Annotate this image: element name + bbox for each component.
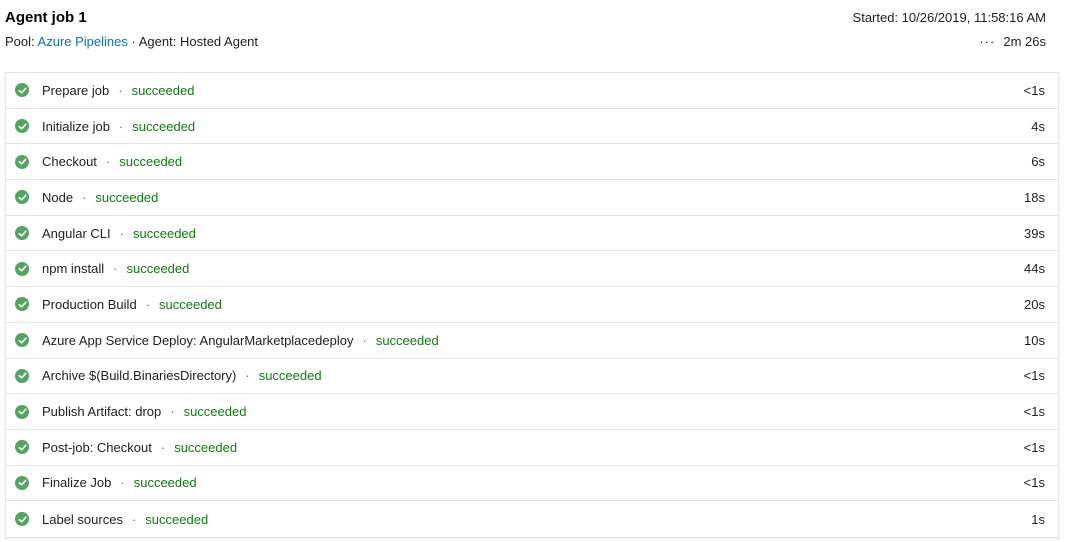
- step-row[interactable]: npm install · succeeded 44s: [6, 251, 1058, 288]
- step-status: succeeded: [258, 368, 322, 384]
- check-circle-icon: [15, 226, 29, 241]
- step-row[interactable]: Angular CLI · succeeded 39s: [6, 216, 1058, 252]
- step-row[interactable]: Production Build · succeeded 20s: [6, 287, 1058, 323]
- started-timestamp: Started: 10/26/2019, 11:58:16 AM: [852, 10, 1046, 25]
- check-circle-icon: [15, 368, 29, 383]
- step-duration: 39s: [1024, 225, 1045, 241]
- job-subline: Pool: Azure Pipelines · Agent: Hosted Ag…: [5, 34, 258, 49]
- step-status: succeeded: [126, 261, 190, 277]
- step-separator: ·: [120, 475, 125, 491]
- step-name: Azure App Service Deploy: AngularMarketp…: [42, 332, 354, 348]
- pool-label: Pool:: [5, 34, 35, 49]
- step-row[interactable]: Azure App Service Deploy: AngularMarketp…: [6, 323, 1058, 359]
- step-separator: ·: [131, 511, 137, 527]
- steps-list: Prepare job · succeeded <1s Initialize job · s…: [5, 72, 1059, 538]
- check-circle-icon: [15, 404, 29, 419]
- step-status: succeeded: [183, 404, 247, 420]
- subline-separator: ·: [131, 34, 136, 49]
- step-name: Post-job: Checkout: [42, 439, 152, 455]
- step-separator: ·: [105, 154, 111, 170]
- step-row[interactable]: Post-job: Checkout · succeeded <1s: [6, 430, 1058, 466]
- step-row[interactable]: Label sources · succeeded 1s: [6, 501, 1058, 537]
- step-name: npm install: [42, 261, 105, 277]
- check-circle-icon: [15, 83, 29, 98]
- step-separator: ·: [145, 296, 151, 312]
- step-name: Archive $(Build.BinariesDirectory): [42, 368, 237, 384]
- step-separator: ·: [119, 225, 124, 241]
- step-name: Label sources: [42, 511, 123, 527]
- check-circle-icon: [15, 261, 29, 276]
- step-row[interactable]: Archive $(Build.BinariesDirectory) · succe…: [6, 359, 1058, 395]
- job-title: Agent job 1: [5, 9, 87, 26]
- check-circle-icon: [15, 333, 29, 348]
- agent-label: Agent:: [138, 34, 177, 49]
- check-circle-icon: [15, 475, 29, 490]
- step-name: Publish Artifact: drop: [42, 404, 162, 420]
- step-name: Initialize job: [42, 118, 110, 134]
- step-separator: ·: [362, 332, 367, 348]
- step-duration: 44s: [1024, 261, 1045, 277]
- step-row[interactable]: Publish Artifact: drop · succeeded <1s: [6, 394, 1058, 430]
- job-duration-area: ··· 2m 26s: [979, 34, 1046, 49]
- step-separator: ·: [118, 118, 124, 134]
- step-status: succeeded: [174, 439, 238, 455]
- step-duration: 6s: [1031, 154, 1045, 170]
- step-status: succeeded: [119, 154, 183, 170]
- step-duration: <1s: [1023, 82, 1045, 98]
- step-status: succeeded: [95, 189, 159, 205]
- step-row[interactable]: Checkout · succeeded 6s: [6, 144, 1058, 181]
- step-status: succeeded: [145, 511, 209, 527]
- step-name: Node: [42, 189, 74, 205]
- step-duration: 1s: [1031, 511, 1045, 527]
- check-circle-icon: [15, 440, 29, 455]
- step-name: Finalize Job: [42, 475, 112, 491]
- step-separator: ·: [170, 404, 175, 420]
- step-status: succeeded: [131, 82, 195, 98]
- step-row[interactable]: Prepare job · succeeded <1s: [6, 73, 1058, 109]
- job-header: Agent job 1 Pool: Azure Pipelines · Agen…: [0, 0, 1065, 72]
- step-duration: <1s: [1023, 404, 1045, 420]
- step-duration: 20s: [1024, 296, 1045, 312]
- check-circle-icon: [15, 297, 29, 312]
- step-name: Production Build: [42, 296, 137, 312]
- step-separator: ·: [113, 261, 118, 277]
- step-separator: ·: [82, 189, 87, 205]
- check-circle-icon: [15, 119, 29, 134]
- step-duration: 10s: [1024, 332, 1045, 348]
- step-duration: <1s: [1023, 475, 1045, 491]
- step-status: succeeded: [132, 118, 196, 134]
- step-duration: 4s: [1031, 118, 1045, 134]
- step-duration: <1s: [1023, 439, 1045, 455]
- agent-name: Hosted Agent: [179, 34, 259, 49]
- step-separator: ·: [245, 368, 250, 384]
- step-separator: ·: [118, 82, 123, 98]
- step-status: succeeded: [159, 296, 222, 312]
- step-row[interactable]: Node · succeeded 18s: [6, 180, 1058, 216]
- step-status: succeeded: [133, 225, 196, 241]
- job-duration: 2m 26s: [1003, 34, 1046, 49]
- step-row[interactable]: Initialize job · succeeded 4s: [6, 109, 1058, 145]
- check-circle-icon: [15, 190, 29, 205]
- step-status: succeeded: [375, 332, 439, 348]
- more-options-icon[interactable]: ···: [979, 34, 995, 49]
- step-name: Angular CLI: [42, 225, 111, 241]
- step-duration: 18s: [1024, 189, 1045, 205]
- step-status: succeeded: [133, 475, 197, 491]
- step-name: Checkout: [42, 154, 97, 170]
- step-separator: ·: [160, 439, 166, 455]
- step-row[interactable]: Finalize Job · succeeded <1s: [6, 466, 1058, 502]
- check-circle-icon: [15, 154, 29, 169]
- step-name: Prepare job: [42, 82, 110, 98]
- pool-link[interactable]: Azure Pipelines: [38, 34, 128, 49]
- check-circle-icon: [15, 512, 29, 527]
- step-duration: <1s: [1023, 368, 1045, 384]
